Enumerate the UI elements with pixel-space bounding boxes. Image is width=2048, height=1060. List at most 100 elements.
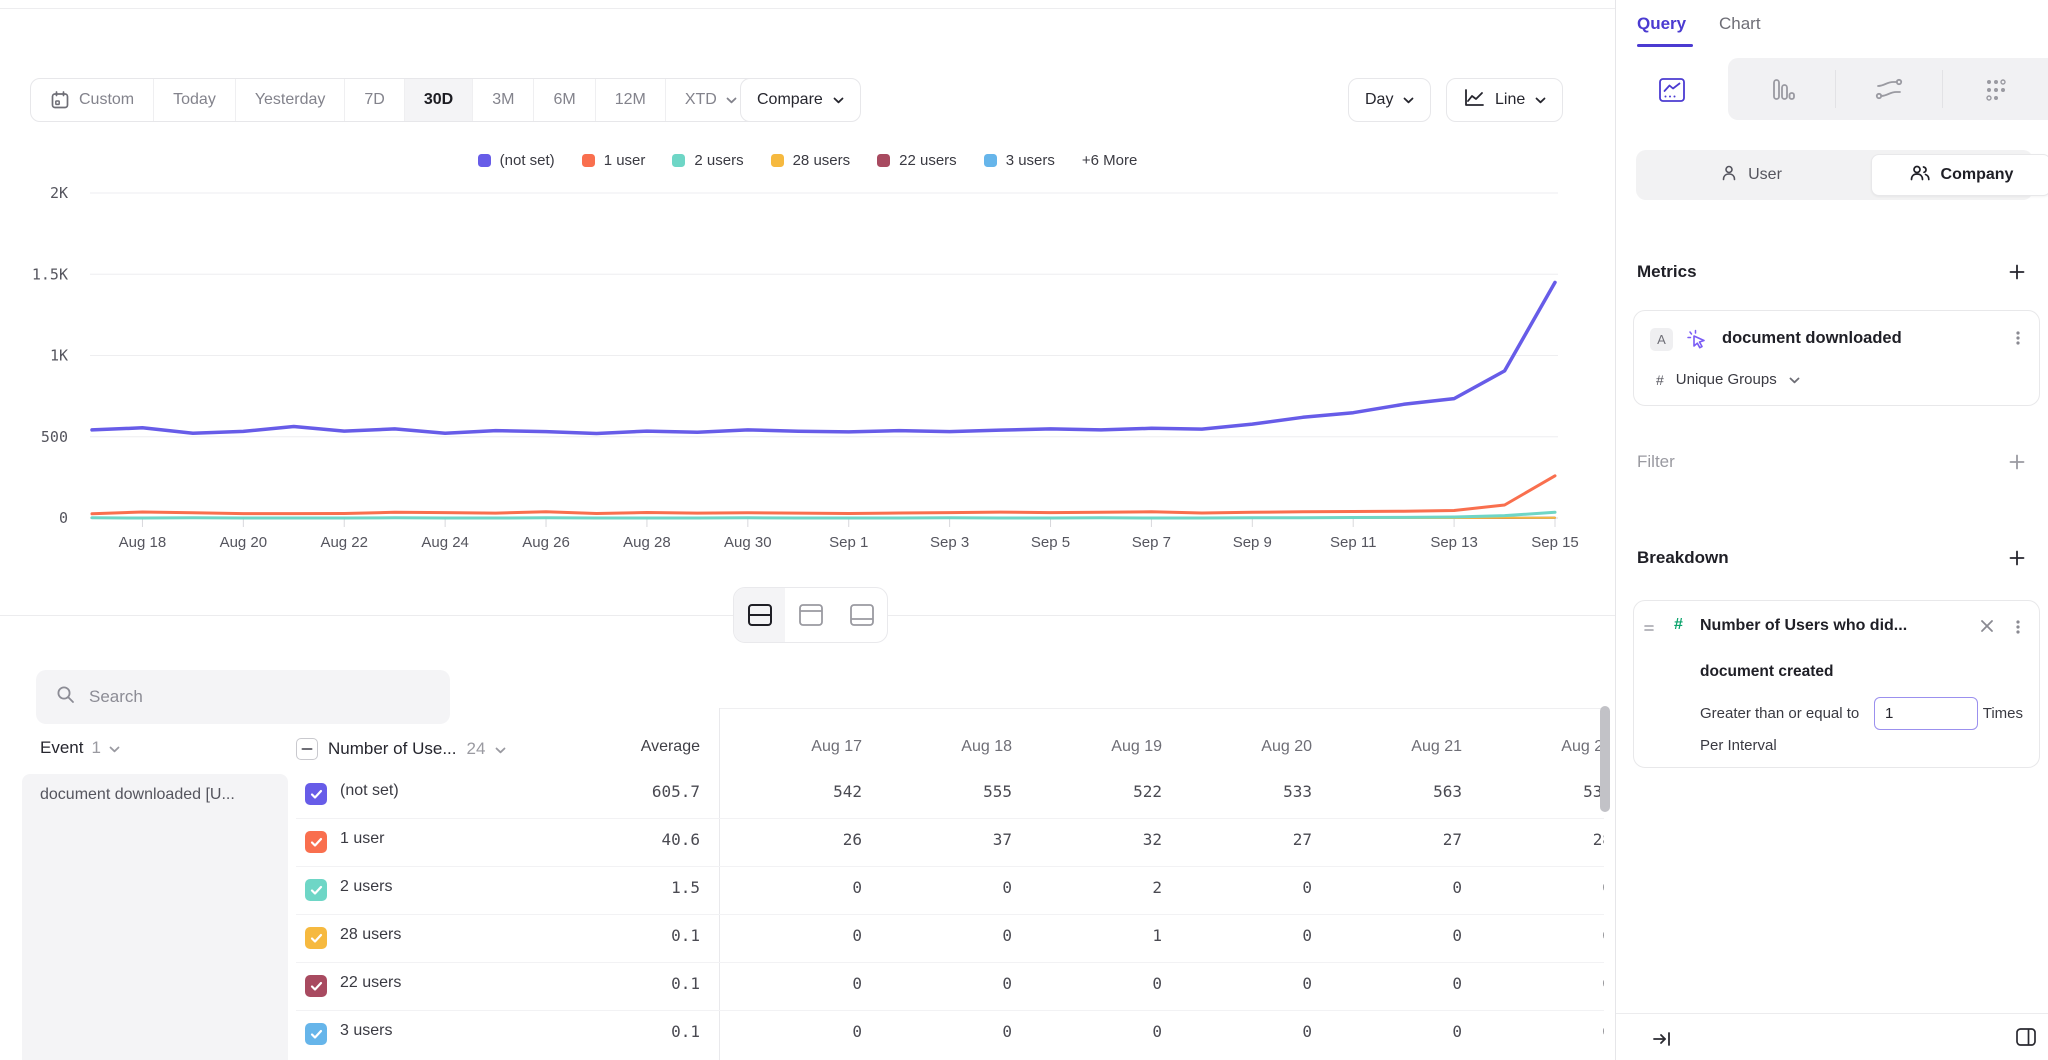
series-label: (not set) [340,782,399,800]
series-label: 1 user [340,830,384,848]
svg-text:500: 500 [41,428,68,446]
cell-value: 2 [1022,878,1162,897]
view-bar-chart-tab[interactable] [1764,72,1800,108]
chart-only-view-button[interactable] [785,588,836,642]
side-panel-toggle-icon[interactable] [2014,1025,2038,1049]
cell-value: 0 [1022,974,1162,993]
active-tab-underline [1637,44,1693,47]
series-checkbox[interactable] [305,783,327,805]
breakdown-interval-label[interactable]: Per Interval [1700,737,1777,754]
cell-value: 0 [722,926,862,945]
svg-text:Aug 20: Aug 20 [220,534,268,551]
company-icon [1909,164,1931,187]
collapse-panel-icon[interactable] [1650,1027,1674,1051]
add-breakdown-button[interactable] [2008,549,2026,567]
strip-divider [1942,70,1943,108]
cell-value: 0 [1472,974,1604,993]
series-line[interactable] [92,282,1555,433]
series-checkbox[interactable] [305,831,327,853]
scope-option-company[interactable]: Company [1871,154,2048,196]
svg-text:Sep 13: Sep 13 [1430,534,1478,551]
svg-text:Aug 30: Aug 30 [724,534,772,551]
cell-value: 542 [722,782,862,801]
cell-value: 0 [722,1022,862,1041]
tab-chart[interactable]: Chart [1719,14,1761,34]
select-all-checkbox[interactable] [296,738,318,760]
view-line-chart-tab[interactable] [1654,72,1690,108]
results-table: Event 1 Number of Use... 24 Average Aug … [0,648,1604,1060]
table-scrollbar[interactable] [1600,706,1610,812]
breakdown-title: Number of Users who did... [1700,617,1907,635]
add-filter-button[interactable] [2008,453,2026,471]
svg-text:Sep 3: Sep 3 [930,534,969,551]
svg-text:Aug 24: Aug 24 [421,534,469,551]
breakdown-card[interactable]: # Number of Users who did... document cr… [1633,600,2040,768]
cell-value: 0 [1322,974,1462,993]
series-label: 22 users [340,974,401,992]
table-header-row: Event 1 Number of Use... 24 Average Aug … [0,738,1604,770]
metric-kebab-menu[interactable] [2009,329,2027,347]
average-value: 1.5 [560,878,700,897]
event-spark-icon [1686,329,1708,356]
table-only-view-button[interactable] [836,588,887,642]
strip-divider [1835,70,1836,108]
metric-card[interactable]: A document downloaded # Unique Groups [1633,310,2040,406]
user-icon [1720,164,1738,187]
table-row: 3 users0.1000000 [0,1010,1604,1058]
cell-value: 0 [1322,1022,1462,1041]
series-line[interactable] [92,476,1555,514]
cell-value: 0 [1472,926,1604,945]
breakdown-unit-label: Times [1983,705,2023,722]
table-row: 28 users0.1001000 [0,914,1604,962]
average-column-header: Average [560,738,700,756]
series-header-label: Number of Use... [328,739,457,759]
metric-measure-selector[interactable]: # Unique Groups [1656,371,1800,388]
add-metric-button[interactable] [2008,263,2026,281]
sidebar-footer-divider [1616,1013,2048,1014]
drag-handle-icon[interactable] [1642,621,1656,640]
average-value: 605.7 [560,782,700,801]
cell-value: 533 [1172,782,1312,801]
company-label: Company [1941,166,2014,184]
svg-text:Aug 18: Aug 18 [119,534,167,551]
cell-value: 0 [872,974,1012,993]
breakdown-condition-label[interactable]: Greater than or equal to [1700,705,1859,722]
series-checkbox[interactable] [305,879,327,901]
close-icon[interactable] [1979,618,1995,634]
cell-value: 0 [1172,974,1312,993]
series-checkbox[interactable] [305,927,327,949]
svg-text:1.5K: 1.5K [32,265,68,283]
row-separator [296,818,1604,819]
view-flow-chart-tab[interactable] [1871,72,1907,108]
svg-text:Aug 28: Aug 28 [623,534,671,551]
breakdown-event[interactable]: document created [1700,663,1834,681]
view-grid-tab[interactable] [1978,72,2014,108]
search-icon [56,685,75,709]
series-checkbox[interactable] [305,1023,327,1045]
cell-value: 26 [722,830,862,849]
event-column-header[interactable]: Event 1 [40,738,120,758]
average-value: 0.1 [560,1022,700,1041]
breakdown-kebab-menu[interactable] [2009,618,2027,636]
chevron-down-icon [1789,371,1800,388]
date-column-header: Aug 17 [722,738,862,756]
cell-value: 1 [1022,926,1162,945]
tab-query[interactable]: Query [1637,14,1686,34]
table-row: 22 users0.1000000 [0,962,1604,1010]
breakdown-section-title: Breakdown [1637,548,1729,568]
number-property-icon: # [1674,616,1683,634]
series-label: 28 users [340,926,401,944]
series-column-header[interactable]: Number of Use... 24 [296,738,506,760]
breakdown-times-input[interactable] [1874,697,1978,730]
search-input[interactable] [89,687,409,707]
average-value: 40.6 [560,830,700,849]
svg-text:Sep 15: Sep 15 [1531,534,1579,551]
cell-value: 0 [1472,878,1604,897]
scope-option-user[interactable]: User [1636,150,1866,200]
cell-value: 522 [1022,782,1162,801]
split-view-button[interactable] [734,588,785,642]
query-sidebar: Query Chart User Company Metrics A doc [1615,0,2048,1060]
series-checkbox[interactable] [305,975,327,997]
date-column-header: Aug 18 [872,738,1012,756]
svg-text:2K: 2K [50,184,68,202]
